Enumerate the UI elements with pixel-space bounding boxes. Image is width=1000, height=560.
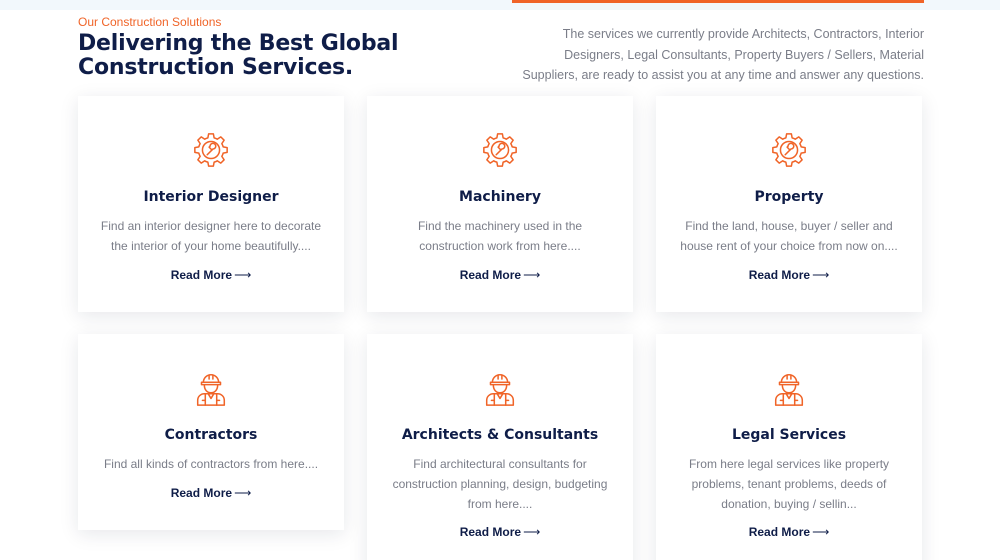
read-more-label: Read More [748, 525, 811, 539]
read-more-link[interactable]: Read More ⟶ [78, 485, 344, 501]
card-title: Interior Designer [143, 189, 279, 205]
arrow-right-icon: ⟶ [523, 268, 541, 282]
service-card-contractors[interactable]: Contractors Find all kinds of contractor… [78, 334, 344, 530]
read-more-label: Read More [459, 525, 522, 539]
construction-worker-icon [770, 369, 808, 407]
gear-wrench-icon [770, 131, 808, 169]
gear-wrench-icon [481, 131, 519, 169]
section-title-line1: Delivering the Best Global [78, 31, 399, 56]
construction-worker-icon [481, 369, 519, 407]
card-title: Machinery [459, 189, 541, 205]
read-more-label: Read More [748, 268, 811, 282]
read-more-label: Read More [170, 268, 233, 282]
card-title: Legal Services [731, 427, 847, 443]
card-title: Contractors [164, 427, 258, 443]
card-title: Architects & Consultants [401, 427, 599, 443]
read-more-link[interactable]: Read More ⟶ [78, 267, 344, 283]
service-card-architects-consultants[interactable]: Architects & Consultants Find architectu… [367, 334, 633, 560]
read-more-link[interactable]: Read More ⟶ [656, 267, 922, 283]
read-more-link[interactable]: Read More ⟶ [367, 267, 633, 283]
read-more-label: Read More [459, 268, 522, 282]
card-description: Find all kinds of contractors from here.… [103, 457, 319, 471]
arrow-right-icon: ⟶ [812, 268, 830, 282]
section-title: Delivering the Best Global Construction … [78, 32, 438, 80]
section-intro: The services we currently provide Archit… [522, 27, 924, 82]
top-accent-bar [512, 0, 924, 3]
card-description: Find the land, house, buyer / seller and… [680, 219, 898, 253]
read-more-link[interactable]: Read More ⟶ [656, 524, 922, 540]
arrow-right-icon: ⟶ [234, 486, 252, 500]
section-title-line2: Construction Services. [78, 55, 354, 80]
arrow-right-icon: ⟶ [523, 525, 541, 539]
service-card-machinery[interactable]: Machinery Find the machinery used in the… [367, 96, 633, 312]
card-title: Property [754, 189, 824, 205]
construction-worker-icon [192, 369, 230, 407]
arrow-right-icon: ⟶ [812, 525, 830, 539]
section-eyebrow: Our Construction Solutions [78, 15, 222, 29]
card-description: Find architectural consultants for const… [392, 457, 608, 511]
service-card-property[interactable]: Property Find the land, house, buyer / s… [656, 96, 922, 312]
card-description: Find an interior designer here to decora… [100, 219, 322, 253]
read-more-label: Read More [170, 486, 233, 500]
arrow-right-icon: ⟶ [234, 268, 252, 282]
card-description: From here legal services like property p… [688, 457, 890, 511]
gear-wrench-icon [192, 131, 230, 169]
service-card-interior-designer[interactable]: Interior Designer Find an interior desig… [78, 96, 344, 312]
card-description: Find the machinery used in the construct… [417, 219, 583, 253]
service-card-legal-services[interactable]: Legal Services From here legal services … [656, 334, 922, 560]
read-more-link[interactable]: Read More ⟶ [367, 524, 633, 540]
